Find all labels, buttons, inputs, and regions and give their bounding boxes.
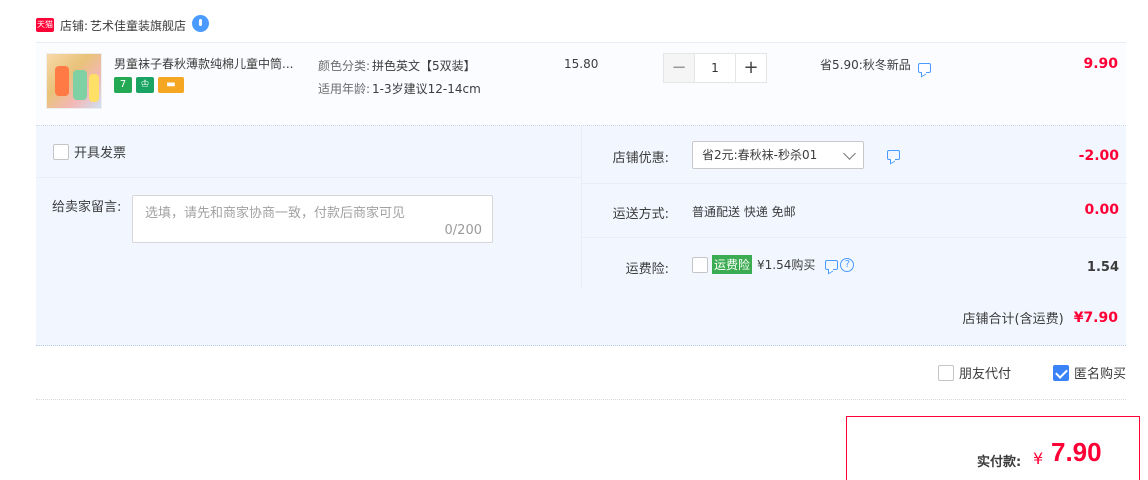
increase-quantity-button[interactable]: + bbox=[735, 53, 767, 83]
invoice-checkbox[interactable] bbox=[53, 143, 69, 160]
coupon-message-icon[interactable] bbox=[887, 150, 900, 160]
quantity-stepper: − 1 + bbox=[663, 53, 767, 83]
sku-age: 适用年龄: 1-3岁建议12-14cm bbox=[318, 80, 481, 97]
shop-label: 店铺: bbox=[60, 18, 89, 33]
store-total-value: ¥7.90 bbox=[1073, 309, 1118, 326]
coupon-label: 店铺优惠: bbox=[612, 151, 669, 166]
promotion-text: 省5.90:秋冬新品 bbox=[820, 58, 911, 72]
insurance-checkbox[interactable] bbox=[692, 256, 708, 273]
shipping-row: 运送方式: 普通配送 快递 免邮 0.00 bbox=[582, 184, 1127, 238]
unit-price: 15.80 bbox=[564, 57, 599, 71]
tmall-badge: 天猫 bbox=[36, 18, 54, 32]
invoice-section: 开具发票 bbox=[36, 126, 581, 178]
shipping-amount: 0.00 bbox=[1084, 202, 1119, 218]
seller-note-input[interactable]: 选填，请先和商家协商一致，付款后商家可见 0/200 bbox=[132, 195, 493, 243]
seller-note-count: 0/200 bbox=[444, 223, 482, 238]
shipping-label: 运送方式: bbox=[612, 207, 669, 222]
coupon-selected-value: 省2元:春秋袜-秒杀01 bbox=[702, 148, 818, 162]
anonymous-purchase-label: 匿名购买 bbox=[1073, 367, 1126, 382]
section-divider bbox=[36, 399, 1126, 400]
anonymous-purchase-checkbox[interactable] bbox=[1052, 364, 1069, 381]
store-total-label: 店铺合计(含运费) bbox=[962, 312, 1064, 327]
friend-pay-label: 朋友代付 bbox=[958, 367, 1011, 382]
insurance-label: 运费险: bbox=[625, 262, 669, 277]
insurance-option[interactable]: 运费险 ¥1.54购买 ? bbox=[692, 255, 855, 274]
payment-label: 实付款: bbox=[977, 455, 1022, 470]
sku-age-label: 适用年龄: bbox=[318, 82, 371, 96]
order-options-column: 店铺优惠: 省2元:春秋袜-秒杀01 -2.00 运送方式: 普通配送 快递 免… bbox=[581, 126, 1127, 288]
coupon-select[interactable]: 省2元:春秋袜-秒杀01 bbox=[692, 141, 864, 169]
seller-note-label: 给卖家留言: bbox=[52, 200, 122, 215]
shop-header: 天猫 店铺: 艺术佳童装旗舰店 bbox=[36, 14, 210, 36]
card-payment-icon: ▬ bbox=[158, 77, 184, 93]
sku-color-label: 颜色分类: bbox=[318, 59, 371, 73]
item-promotion: 省5.90:秋冬新品 bbox=[820, 56, 931, 73]
invoice-label: 开具发票 bbox=[74, 146, 127, 161]
sku-age-value: 1-3岁建议12-14cm bbox=[372, 82, 481, 96]
payment-summary: 实付款: ¥ 7.90 bbox=[846, 416, 1140, 480]
seven-day-return-icon: 7 bbox=[114, 77, 132, 93]
shipping-value: 普通配送 快递 免邮 bbox=[692, 205, 796, 219]
product-thumbnail[interactable] bbox=[46, 53, 102, 109]
cart-item-row: 男童袜子春秋薄款纯棉儿童中筒... 7 ♔ ▬ 颜色分类: 拼色英文【5双装】 适… bbox=[36, 42, 1126, 126]
chevron-down-icon bbox=[843, 147, 856, 160]
order-details-panel: 开具发票 给卖家留言: 选填，请先和商家协商一致，付款后商家可见 0/200 店… bbox=[36, 126, 1127, 346]
friend-pay-checkbox[interactable] bbox=[937, 364, 954, 381]
wangwang-chat-icon[interactable] bbox=[192, 14, 210, 32]
promo-message-icon[interactable] bbox=[917, 62, 931, 73]
payment-currency: ¥ bbox=[1033, 449, 1044, 468]
product-badges: 7 ♔ ▬ bbox=[114, 77, 184, 93]
insurance-amount: 1.54 bbox=[1086, 260, 1119, 275]
invoice-option[interactable]: 开具发票 bbox=[53, 142, 126, 161]
insurance-tag: 运费险 bbox=[712, 255, 753, 274]
insurance-row: 运费险: 运费险 ¥1.54购买 ? 1.54 bbox=[582, 238, 1127, 288]
anonymous-purchase-option[interactable]: 匿名购买 bbox=[1052, 363, 1126, 382]
product-title-link[interactable]: 男童袜子春秋薄款纯棉儿童中筒... bbox=[114, 55, 314, 72]
quantity-input[interactable]: 1 bbox=[695, 53, 735, 83]
payment-amount: 7.90 bbox=[1051, 437, 1102, 467]
insurance-message-icon[interactable] bbox=[825, 259, 839, 270]
sku-color-value: 拼色英文【5双装】 bbox=[372, 59, 476, 73]
insurance-price: ¥1.54购买 bbox=[757, 258, 816, 272]
shop-name-link[interactable]: 艺术佳童装旗舰店 bbox=[90, 17, 186, 34]
gift-icon: ♔ bbox=[136, 77, 154, 93]
store-total: 店铺合计(含运费) ¥7.90 bbox=[962, 308, 1118, 328]
coupon-row: 店铺优惠: 省2元:春秋袜-秒杀01 -2.00 bbox=[582, 126, 1127, 184]
help-icon[interactable]: ? bbox=[840, 257, 855, 272]
purchase-options: 朋友代付 匿名购买 bbox=[896, 363, 1126, 382]
coupon-amount: -2.00 bbox=[1078, 148, 1119, 164]
sku-color: 颜色分类: 拼色英文【5双装】 bbox=[318, 57, 476, 74]
seller-note-placeholder: 选填，请先和商家协商一致，付款后商家可见 bbox=[145, 206, 406, 221]
item-total-price: 9.90 bbox=[1083, 56, 1118, 72]
decrease-quantity-button[interactable]: − bbox=[663, 53, 695, 83]
friend-pay-option[interactable]: 朋友代付 bbox=[937, 363, 1011, 382]
